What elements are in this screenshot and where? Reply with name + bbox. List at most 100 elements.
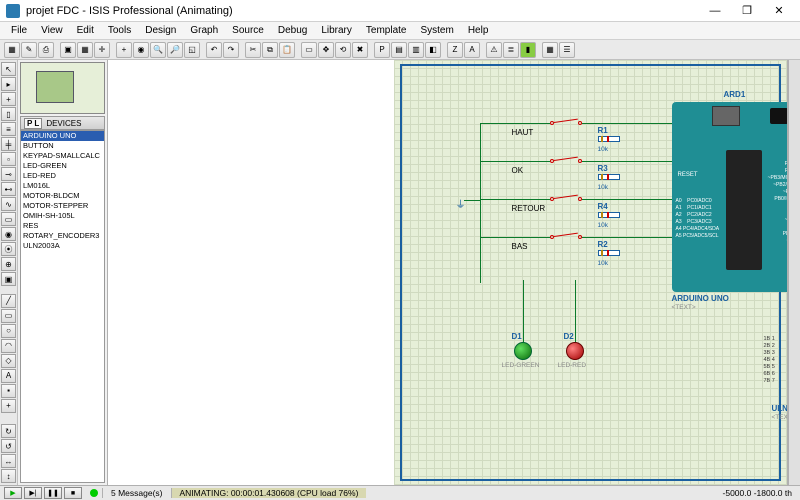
tool-pick[interactable]: P [374,42,390,58]
tool-block[interactable]: ▭ [301,42,317,58]
resistor-r3[interactable] [594,174,624,182]
menu-design[interactable]: Design [138,23,183,38]
arduino-board[interactable]: RESET www.TheEngineeringProjects.com A0 … [672,102,789,292]
ptool-2dtext[interactable]: A [1,369,16,383]
menu-tools[interactable]: Tools [101,23,138,38]
menu-system[interactable]: System [413,23,460,38]
tool-fit[interactable]: ◱ [184,42,200,58]
tool-origin[interactable]: ✛ [94,42,110,58]
tool-dec[interactable]: ◧ [425,42,441,58]
tool-zoomout[interactable]: 🔎 [167,42,183,58]
tool-3d[interactable]: ▦ [542,42,558,58]
list-item[interactable]: ARDUINO UNO [21,131,104,141]
ptool-path[interactable]: ◇ [1,354,16,368]
ptool-circle[interactable]: ○ [1,324,16,338]
tool-save[interactable]: ⎙ [38,42,54,58]
menu-view[interactable]: View [34,23,70,38]
led-green[interactable] [514,342,532,360]
tool-undo[interactable]: ↶ [206,42,222,58]
ptool-arc[interactable]: ◠ [1,339,16,353]
button-bas[interactable] [550,232,582,242]
minimize-button[interactable]: — [700,2,730,20]
list-item[interactable]: LED-GREEN [21,161,104,171]
button-ok[interactable] [550,156,582,166]
ptool-marker[interactable]: + [1,399,16,413]
devices-list[interactable]: ARDUINO UNO BUTTON KEYPAD-SMALLCALC LED-… [20,130,105,483]
sim-stop-button[interactable]: ■ [64,487,82,499]
ptool-text[interactable]: ≡ [1,122,16,136]
list-item[interactable]: LED-RED [21,171,104,181]
tool-rotate[interactable]: ⟲ [335,42,351,58]
list-item[interactable]: ROTARY_ENCODER3 [21,231,104,241]
ptool-pin[interactable]: ⊷ [1,182,16,196]
tool-lib[interactable]: ▤ [391,42,407,58]
list-item[interactable]: ULN2003A [21,241,104,251]
ptool-label[interactable]: ▯ [1,107,16,121]
messages-label[interactable]: 5 Message(s) [102,488,171,498]
tool-zoom[interactable]: + [116,42,132,58]
resistor-r4[interactable] [594,212,624,220]
tool-ares[interactable]: ▮ [520,42,536,58]
tool-net[interactable]: ≣ [503,42,519,58]
menu-library[interactable]: Library [314,23,359,38]
tool-cut[interactable]: ✂ [245,42,261,58]
menu-graph[interactable]: Graph [183,23,225,38]
close-button[interactable]: ✕ [764,2,794,20]
ptool-bus[interactable]: ╪ [1,137,16,151]
tool-text[interactable]: A [464,42,480,58]
ic-uln2003a[interactable]: 1B 1 2B 2 3B 3 4B 4 5B 5 6B 6 7B 7 9 COM… [764,324,789,400]
menu-source[interactable]: Source [225,23,271,38]
tool-wire[interactable]: Ζ [447,42,463,58]
menu-template[interactable]: Template [359,23,414,38]
tool-grid[interactable]: ▦ [77,42,93,58]
menu-debug[interactable]: Debug [271,23,314,38]
ptool-flip-h[interactable]: ↔ [1,454,16,468]
tool-del[interactable]: ✖ [352,42,368,58]
button-haut[interactable] [550,118,582,128]
ptool-sub[interactable]: ▫ [1,152,16,166]
ptool-rot-cw[interactable]: ↻ [1,424,16,438]
tool-open[interactable]: ✎ [21,42,37,58]
pick-button[interactable]: P L [24,118,42,129]
resistor-r1[interactable] [594,136,624,144]
menu-file[interactable]: File [4,23,34,38]
ptool-flip-v[interactable]: ↕ [1,469,16,483]
tool-pkg[interactable]: ▥ [408,42,424,58]
list-item[interactable]: BUTTON [21,141,104,151]
ptool-term[interactable]: ⊸ [1,167,16,181]
list-item[interactable]: MOTOR-STEPPER [21,201,104,211]
ptool-line[interactable]: ╱ [1,294,16,308]
ptool-rot-ccw[interactable]: ↺ [1,439,16,453]
tool-bom[interactable]: ☰ [559,42,575,58]
menu-help[interactable]: Help [461,23,496,38]
list-item[interactable]: KEYPAD-SMALLCALC [21,151,104,161]
tool-move[interactable]: ✥ [318,42,334,58]
tool-center[interactable]: ◉ [133,42,149,58]
ptool-probe-i[interactable]: ⊕ [1,257,16,271]
ptool-probe-v[interactable]: ⦿ [1,242,16,256]
menu-edit[interactable]: Edit [70,23,101,38]
led-red[interactable] [566,342,584,360]
tool-new[interactable]: ▦ [4,42,20,58]
vertical-scrollbar[interactable] [788,60,800,485]
tool-paste[interactable]: 📋 [279,42,295,58]
tool-copy[interactable]: ⧉ [262,42,278,58]
maximize-button[interactable]: ❐ [732,2,762,20]
list-item[interactable]: RES [21,221,104,231]
ptool-junction[interactable]: + [1,92,16,106]
tool-area[interactable]: ▣ [60,42,76,58]
ptool-instr[interactable]: ▣ [1,272,16,286]
sim-step-button[interactable]: ▶| [24,487,42,499]
button-retour[interactable] [550,194,582,204]
ptool-symbol[interactable]: ▪ [1,384,16,398]
tool-redo[interactable]: ↷ [223,42,239,58]
ptool-component[interactable]: ▸ [1,77,16,91]
schematic-canvas[interactable]: HAUT OK RETOUR BAS R1 10k R3 10k R4 10k … [394,60,789,485]
ptool-gen[interactable]: ◉ [1,227,16,241]
list-item[interactable]: LM016L [21,181,104,191]
sim-pause-button[interactable]: ❚❚ [44,487,62,499]
list-item[interactable]: OMIH-SH-105L [21,211,104,221]
list-item[interactable]: MOTOR-BLDCM [21,191,104,201]
ptool-box[interactable]: ▭ [1,309,16,323]
tool-zoomin[interactable]: 🔍 [150,42,166,58]
